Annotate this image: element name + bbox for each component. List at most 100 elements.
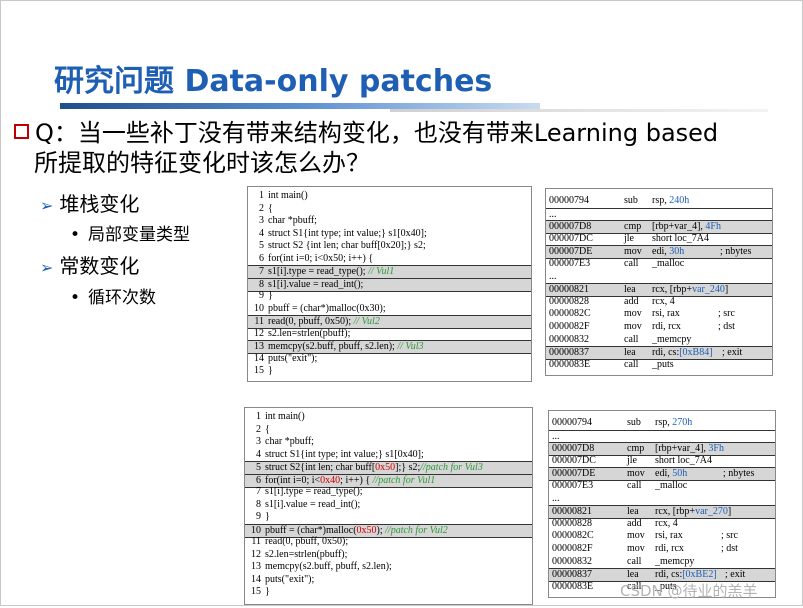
question-line-2: 所提取的特征变化时该怎么办？ [34, 149, 370, 177]
asm-line: ... [546, 271, 772, 283]
asm-address: 000007E3 [549, 258, 591, 269]
asm-constant: 4Fh [705, 221, 721, 233]
asm-opcode: call [624, 358, 639, 370]
line-number: 7 [256, 486, 261, 497]
code-line: 14 puts("exit"); [245, 574, 532, 586]
asm-opcode: cmp [624, 221, 642, 233]
asm-address: 00000821 [552, 506, 592, 518]
code-text: char *pbuff; [268, 215, 317, 226]
asm-operand: rcx, [rbp+var_270] [655, 506, 732, 518]
code-line: 2{ [248, 203, 531, 215]
asm-address: 000007D8 [552, 443, 595, 455]
sub-bullet-local-var: • 局部变量类型 [70, 220, 190, 245]
asm-operand: rdi, rcx [655, 543, 684, 554]
code-text: } [268, 365, 273, 376]
code-text: s2.len=strlen(pbuff); [265, 548, 348, 560]
code-text: int main() [268, 190, 308, 201]
code-text: } [268, 290, 273, 301]
line-number: 1 [259, 190, 264, 201]
asm-line: 000007E3 call _malloc [546, 258, 772, 270]
asm-constant: 3Fh [708, 443, 724, 455]
code-text: { [268, 202, 273, 214]
asm-opcode: sub [627, 417, 641, 428]
code-line: 9 } [248, 290, 531, 302]
sub-bullet-label: 局部变量类型 [88, 225, 191, 245]
asm-comment: ; dst [721, 543, 738, 554]
code-line: 3 char *pbuff; [248, 215, 531, 227]
asm-address: 000007D8 [549, 221, 592, 233]
asm-address: 0000082C [552, 530, 594, 542]
code-line: 6 for(int i=0; i<0x50; i++) { [248, 253, 531, 265]
asm-comment: ; src [721, 530, 738, 542]
asm-line: 000007DC jle short loc_7A4 [546, 233, 772, 245]
arrow-bullet-icon: ➢ [40, 196, 54, 215]
asm-line: 000007E3 call _malloc [549, 480, 775, 492]
bullet-label: 常数变化 [59, 254, 140, 278]
arrow-bullet-icon: ➢ [40, 258, 54, 277]
code-line: 10 pbuff = (char*)malloc(0x30); [248, 303, 531, 315]
line-number: 15 [251, 586, 261, 597]
asm-opcode: add [627, 517, 642, 529]
asm-constant: [0xBE2] [682, 569, 717, 581]
bullet-label: 堆栈变化 [59, 192, 140, 216]
square-bullet-icon [14, 123, 29, 139]
line-number: 12 [254, 327, 264, 339]
asm-line: ... [549, 429, 775, 443]
code-comment: // Vul1 [365, 266, 395, 277]
code-text: pbuff = (char*)malloc(0x50); //patch for… [265, 524, 448, 536]
changed-constant: 0x50 [375, 462, 396, 473]
code-comment: //patch for Vul3 [420, 462, 483, 473]
asm-line: 00000794 sub rsp, 240h [546, 195, 772, 207]
code-line: 8 s1[i].value = read_int(); [245, 499, 532, 511]
line-number: 8 [256, 498, 261, 510]
asm-opcode: call [624, 333, 639, 345]
asm-address: 00000832 [552, 555, 592, 567]
line-number: 7 [259, 266, 264, 277]
asm-operand: [rbp+var_4], 3Fh [655, 443, 724, 455]
line-number: 14 [251, 573, 261, 585]
code-text: s1[i].type = read_type(); [265, 486, 363, 497]
code-panel-patched: 1 int main() 2{3 char *pbuff; 4 struct S1{i… [244, 407, 533, 605]
code-text: s1[i].type = read_type(); // Vul1 [268, 266, 395, 277]
asm-operand: _memcpy [655, 555, 695, 567]
asm-address: 0000082C [549, 308, 591, 320]
code-line: 1 int main() [245, 411, 532, 423]
asm-opcode: mov [624, 308, 642, 320]
asm-operand: rsi, rax [655, 530, 683, 542]
code-text: } [265, 511, 270, 522]
code-text: memcpy(s2.buff, pbuff, s2.len); // Vul3 [268, 341, 424, 352]
line-number: 1 [256, 411, 261, 422]
asm-opcode: lea [624, 284, 636, 296]
asm-line: 00000828 add rcx, 4 [549, 518, 775, 530]
code-text: puts("exit"); [265, 573, 315, 585]
asm-constant: 240h [669, 195, 690, 206]
code-line: 4 struct S1{int type; int value;} s1[0x4… [245, 449, 532, 461]
code-line: 5 struct S2 {int len; char buff[0x20];} … [248, 240, 531, 252]
asm-address: 00000794 [549, 195, 589, 206]
asm-opcode: sub [624, 195, 638, 206]
asm-address: ... [552, 492, 560, 504]
asm-line: 0000082C mov rsi, rax ; src [546, 308, 772, 320]
code-text: read(0, pbuff, 0x50); // Vul2 [268, 316, 380, 327]
asm-opcode: lea [627, 506, 639, 518]
sub-bullet-loop-count: • 循环次数 [70, 283, 156, 308]
line-number: 5 [256, 462, 261, 473]
asm-operand: rsi, rax [652, 308, 680, 320]
asm-address: ... [552, 430, 560, 442]
asm-line: ... [549, 493, 775, 505]
code-line: 1 int main() [248, 190, 531, 202]
asm-address: 00000837 [549, 347, 589, 359]
slide-title: 研究问题 Data-only patches [54, 64, 493, 99]
line-number: 11 [254, 316, 264, 327]
code-text: s2.len=strlen(pbuff); [268, 327, 351, 339]
asm-opcode: mov [627, 530, 645, 542]
line-number: 9 [256, 511, 261, 522]
watermark: CSDN @待业的羔羊 [620, 582, 758, 600]
asm-line: 00000832 call _memcpy [549, 556, 775, 568]
asm-line: 00000828 add rcx, 4 [546, 296, 772, 308]
code-text: struct S1{int type; int value;} s1[0x40]… [268, 227, 427, 239]
line-number: 3 [256, 436, 261, 447]
asm-opcode: mov [624, 246, 642, 258]
asm-comment: ; exit [722, 347, 743, 359]
asm-operand: rcx, [rbp+var_240] [652, 284, 729, 296]
